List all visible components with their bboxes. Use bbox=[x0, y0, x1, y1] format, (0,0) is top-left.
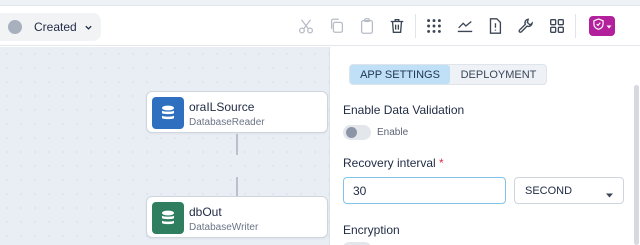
tab-deployment[interactable]: DEPLOYMENT bbox=[450, 65, 547, 84]
node-title: oraILSource bbox=[189, 100, 255, 114]
recovery-unit-select[interactable]: SECOND bbox=[514, 177, 624, 204]
flow-canvas[interactable]: oraILSource DatabaseReader dbOut Databas… bbox=[0, 47, 329, 245]
connector-line bbox=[236, 134, 238, 155]
recovery-label: Recovery interval bbox=[343, 156, 436, 170]
shield-menu-button[interactable] bbox=[589, 16, 615, 36]
toolbar-divider bbox=[575, 14, 576, 38]
recovery-interval-input[interactable] bbox=[343, 177, 506, 204]
grid-icon[interactable] bbox=[424, 16, 444, 36]
panel-scrollbar[interactable] bbox=[634, 85, 639, 245]
database-icon bbox=[152, 202, 184, 234]
validation-toggle-label: Enable bbox=[377, 127, 409, 138]
chart-icon[interactable] bbox=[455, 16, 475, 36]
node-type: DatabaseReader bbox=[189, 117, 265, 128]
copy-icon[interactable] bbox=[327, 16, 347, 36]
wrench-icon[interactable] bbox=[516, 16, 536, 36]
settings-tabs: APP SETTINGS DEPLOYMENT bbox=[349, 64, 547, 85]
validation-toggle[interactable] bbox=[343, 125, 371, 140]
chevron-down-icon bbox=[84, 22, 94, 32]
toggle-knob bbox=[346, 127, 357, 138]
validation-heading: Enable Data Validation bbox=[343, 103, 465, 117]
toolbar-divider bbox=[415, 14, 416, 38]
toolbar: Created bbox=[0, 6, 640, 46]
status-dropdown[interactable]: Created bbox=[0, 13, 101, 41]
trash-icon[interactable] bbox=[387, 16, 407, 36]
paste-icon[interactable] bbox=[357, 16, 377, 36]
target-node[interactable]: dbOut DatabaseWriter bbox=[146, 196, 328, 238]
caret-down-icon bbox=[606, 189, 613, 201]
encryption-heading: Encryption bbox=[343, 223, 400, 237]
caret-down-icon bbox=[606, 17, 612, 35]
cut-icon[interactable] bbox=[296, 16, 316, 36]
source-node[interactable]: oraILSource DatabaseReader bbox=[146, 91, 328, 133]
status-label: Created bbox=[34, 20, 77, 34]
required-mark: * bbox=[439, 156, 444, 170]
settings-panel: APP SETTINGS DEPLOYMENT Enable Data Vali… bbox=[329, 47, 640, 245]
connector-line bbox=[236, 177, 238, 197]
apps-icon[interactable] bbox=[547, 16, 567, 36]
node-type: DatabaseWriter bbox=[189, 222, 259, 233]
recovery-heading: Recovery interval * bbox=[343, 156, 444, 170]
tab-app-settings[interactable]: APP SETTINGS bbox=[350, 65, 450, 84]
status-dot bbox=[8, 20, 22, 34]
node-title: dbOut bbox=[189, 205, 222, 219]
shield-icon bbox=[592, 17, 604, 35]
recovery-unit-value: SECOND bbox=[525, 184, 573, 197]
alert-file-icon[interactable] bbox=[485, 16, 505, 36]
database-icon bbox=[152, 97, 184, 129]
